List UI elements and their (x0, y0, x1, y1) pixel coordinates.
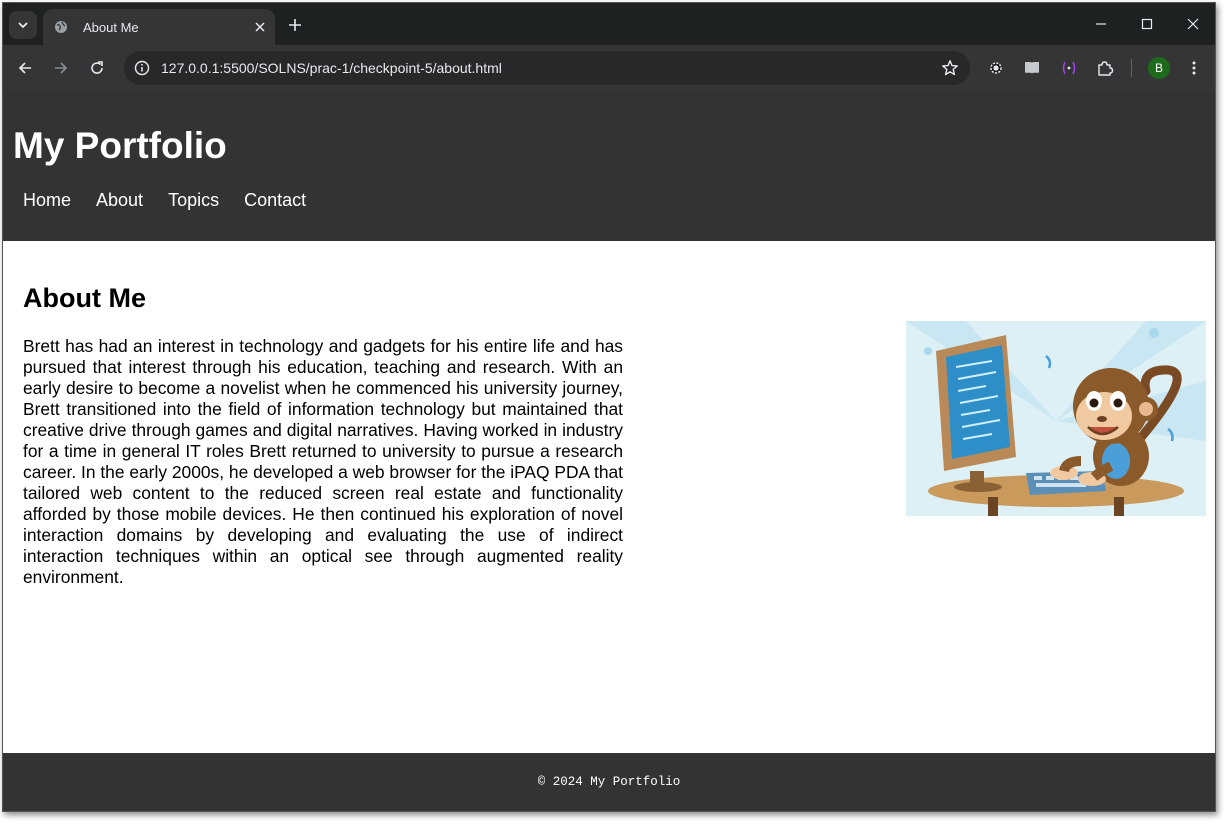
reading-mode-button[interactable] (1020, 56, 1044, 80)
footer-copyright: © 2024 My Portfolio (537, 775, 681, 789)
extension-button[interactable] (1057, 56, 1081, 80)
close-window-button[interactable] (1178, 10, 1208, 38)
bio-paragraph: Brett has had an interest in technology … (23, 336, 624, 587)
site-info-icon[interactable] (132, 58, 152, 78)
bookmark-star-icon[interactable] (940, 58, 960, 78)
arrow-right-icon (55, 62, 68, 74)
close-tab-icon[interactable] (251, 18, 269, 36)
monkey-at-computer-image (906, 321, 1206, 516)
more-vertical-icon (1192, 61, 1196, 75)
address-bar[interactable]: 127.0.0.1:5500/SOLNS/prac-1/checkpoint-5… (124, 51, 970, 85)
tab-strip: About Me (3, 3, 1215, 45)
extensions-menu-button[interactable] (1093, 56, 1117, 80)
about-heading: About Me (23, 283, 146, 313)
forward-button[interactable] (49, 56, 73, 80)
extension-brackets-icon (1062, 61, 1076, 75)
minimize-button[interactable] (1086, 10, 1116, 38)
nav-link-about[interactable]: About (96, 190, 143, 211)
arrow-left-icon (18, 62, 31, 74)
tab-search-button[interactable] (9, 11, 37, 39)
close-icon (1187, 18, 1199, 30)
url-path: :5500/SOLNS/prac-1/checkpoint-5/about.ht… (219, 60, 502, 76)
maximize-button[interactable] (1132, 10, 1162, 38)
toolbar-divider (1131, 59, 1132, 77)
nav-link-topics[interactable]: Topics (168, 190, 219, 211)
book-icon (1025, 62, 1039, 74)
site-footer: © 2024 My Portfolio (3, 753, 1215, 811)
sun-gear-icon (990, 62, 1002, 74)
plus-icon (289, 19, 301, 31)
maximize-icon (1141, 18, 1153, 30)
url-host: 127.0.0.1 (161, 60, 220, 76)
minimize-icon (1096, 23, 1106, 25)
back-button[interactable] (13, 56, 37, 80)
reload-button[interactable] (85, 56, 109, 80)
new-tab-button[interactable] (283, 13, 307, 37)
browser-window: About Me 127.0.0.1:5500/SOLNS/prac-1/che… (2, 2, 1216, 812)
chevron-down-icon (18, 22, 28, 29)
nav-link-home[interactable]: Home (23, 190, 71, 211)
puzzle-icon (1098, 61, 1114, 76)
tab-about-me[interactable]: About Me (43, 9, 275, 45)
reload-icon (91, 61, 103, 74)
browser-toolbar: 127.0.0.1:5500/SOLNS/prac-1/checkpoint-5… (3, 45, 1215, 91)
tab-title: About Me (83, 19, 139, 35)
url-text[interactable]: 127.0.0.1:5500/SOLNS/prac-1/checkpoint-5… (161, 60, 502, 76)
nav-link-contact[interactable]: Contact (244, 190, 306, 211)
profile-avatar[interactable]: B (1148, 57, 1170, 79)
site-title: My Portfolio (13, 125, 227, 166)
web-page: My Portfolio Home About Topics Contact A… (3, 91, 1215, 811)
extension-dark-mode-button[interactable] (984, 56, 1008, 80)
site-nav: Home About Topics Contact (23, 190, 331, 211)
browser-menu-button[interactable] (1182, 56, 1206, 80)
globe-icon (53, 19, 69, 35)
site-header: My Portfolio Home About Topics Contact (3, 91, 1215, 241)
